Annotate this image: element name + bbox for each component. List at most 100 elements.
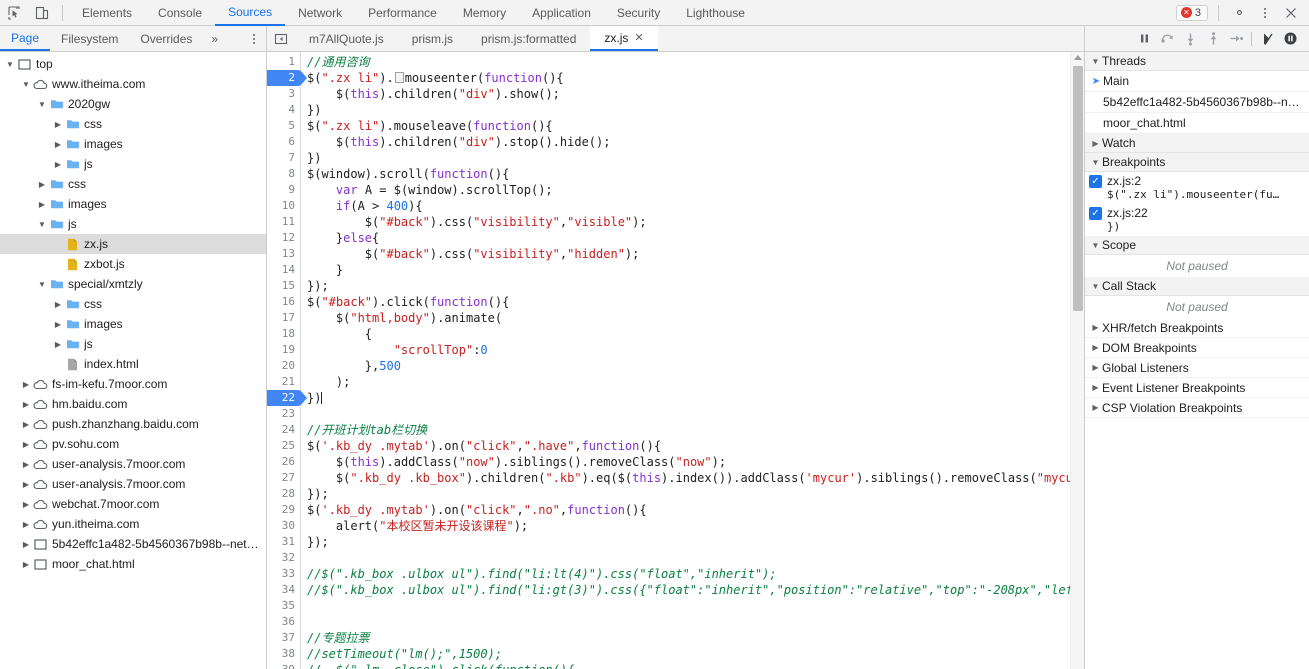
tree-item-pv-sohu-com[interactable]: ▶ pv.sohu.com bbox=[0, 434, 266, 454]
code-line[interactable]: },500 bbox=[307, 358, 1084, 374]
line-number[interactable]: 17 bbox=[267, 310, 300, 326]
code-content[interactable]: //通用咨询 $(".zx li"). mouseenter(function(){… bbox=[301, 52, 1084, 669]
line-number[interactable]: 21 bbox=[267, 374, 300, 390]
line-number[interactable]: 3 bbox=[267, 86, 300, 102]
navigator-options-kebab-icon[interactable] bbox=[242, 26, 266, 51]
section-header-call-stack[interactable]: ▼ Call Stack bbox=[1085, 277, 1309, 296]
line-number[interactable]: 13 bbox=[267, 246, 300, 262]
tree-item-index-html[interactable]: index.html bbox=[0, 354, 266, 374]
kebab-menu-icon[interactable] bbox=[1253, 7, 1277, 18]
error-count-badge[interactable]: ✕ 3 bbox=[1175, 4, 1208, 21]
code-line[interactable]: } bbox=[307, 262, 1084, 278]
line-number[interactable]: 8 bbox=[267, 166, 300, 182]
line-number[interactable]: 37 bbox=[267, 630, 300, 646]
panel-tab-elements[interactable]: Elements bbox=[69, 0, 145, 26]
chevron-right-icon[interactable]: ▶ bbox=[20, 514, 32, 534]
show-navigator-icon[interactable] bbox=[267, 26, 295, 51]
chevron-right-icon[interactable]: ▶ bbox=[52, 134, 64, 154]
line-number[interactable]: 20 bbox=[267, 358, 300, 374]
chevron-right-icon[interactable]: ▶ bbox=[52, 154, 64, 174]
tree-item-user-analysis-7moor-com[interactable]: ▶ user-analysis.7moor.com bbox=[0, 454, 266, 474]
line-number[interactable]: 1 bbox=[267, 54, 300, 70]
tree-item-css[interactable]: ▶ css bbox=[0, 294, 266, 314]
code-line[interactable]: var A = $(window).scrollTop(); bbox=[307, 182, 1084, 198]
scroll-up-arrow-icon[interactable] bbox=[1074, 55, 1082, 60]
step-into-next-function-call-button[interactable] bbox=[1179, 28, 1201, 50]
code-line[interactable]: $(this).addClass("now").siblings().remov… bbox=[307, 454, 1084, 470]
line-number[interactable]: 19 bbox=[267, 342, 300, 358]
tree-item-hm-baidu-com[interactable]: ▶ hm.baidu.com bbox=[0, 394, 266, 414]
chevron-right-icon[interactable]: ▶ bbox=[20, 494, 32, 514]
navigator-tab-page[interactable]: Page bbox=[0, 26, 51, 51]
code-line[interactable]: $("html,body").animate( bbox=[307, 310, 1084, 326]
line-number[interactable]: 12 bbox=[267, 230, 300, 246]
code-line[interactable]: alert("本校区暂未开设该课程"); bbox=[307, 518, 1084, 534]
panel-tab-lighthouse[interactable]: Lighthouse bbox=[673, 0, 758, 26]
inspect-cursor-icon[interactable] bbox=[0, 1, 28, 25]
device-toolbar-icon[interactable] bbox=[28, 1, 56, 25]
line-number[interactable]: 15 bbox=[267, 278, 300, 294]
section-header-watch[interactable]: ▶ Watch bbox=[1085, 134, 1309, 153]
code-line[interactable]: $("#back").click(function(){ bbox=[307, 294, 1084, 310]
code-line[interactable]: ); bbox=[307, 374, 1084, 390]
code-line[interactable]: }); bbox=[307, 278, 1084, 294]
chevron-right-icon[interactable]: ▶ bbox=[20, 474, 32, 494]
section-header-dom-breakpoints[interactable]: ▶ DOM Breakpoints bbox=[1085, 338, 1309, 358]
line-number[interactable]: 10 bbox=[267, 198, 300, 214]
gear-icon[interactable] bbox=[1225, 1, 1253, 25]
code-line[interactable]: "scrollTop":0 bbox=[307, 342, 1084, 358]
tree-item-moor-chat-html[interactable]: ▶ moor_chat.html bbox=[0, 554, 266, 574]
code-line[interactable]: $(".zx li"). mouseenter(function(){ bbox=[307, 70, 1084, 86]
code-line[interactable]: }) bbox=[307, 102, 1084, 118]
chevron-right-icon[interactable]: ▶ bbox=[52, 314, 64, 334]
line-number[interactable]: 30 bbox=[267, 518, 300, 534]
resume-script-execution-button[interactable] bbox=[1133, 28, 1155, 50]
section-header-xhr-fetch-breakpoints[interactable]: ▶ XHR/fetch Breakpoints bbox=[1085, 318, 1309, 338]
chevron-right-icon[interactable]: ▶ bbox=[20, 534, 32, 554]
code-line[interactable]: // $(".lm .close").click(function(){ bbox=[307, 662, 1084, 669]
tree-item-zx-js[interactable]: zx.js bbox=[0, 234, 266, 254]
line-number[interactable]: 23 bbox=[267, 406, 300, 422]
tree-item-js[interactable]: ▶ js bbox=[0, 154, 266, 174]
step-over-next-function-call-button[interactable] bbox=[1156, 28, 1178, 50]
pause-on-exceptions-button[interactable] bbox=[1279, 28, 1301, 50]
line-number-gutter[interactable]: 1 2 3 4 5 6 7 8 9 10 11 12 13 14 15 16 17 18 19 20 21 22 23 24 2… bbox=[267, 52, 307, 669]
code-line[interactable]: $(window).scroll(function(){ bbox=[307, 166, 1084, 182]
editor-tab-zx-js[interactable]: zx.js ✕ bbox=[590, 26, 658, 51]
line-number-breakpoint[interactable]: 2 bbox=[267, 70, 307, 86]
code-line[interactable]: }else{ bbox=[307, 230, 1084, 246]
code-line[interactable]: //通用咨询 bbox=[307, 54, 1084, 70]
chevron-right-icon[interactable]: ▶ bbox=[52, 114, 64, 134]
chevron-right-icon[interactable]: ▶ bbox=[36, 174, 48, 194]
tree-item-special-xmtzly[interactable]: ▼ special/xmtzly bbox=[0, 274, 266, 294]
step-out-of-current-function-button[interactable] bbox=[1202, 28, 1224, 50]
code-line[interactable]: $('.kb_dy .mytab').on("click",".have",fu… bbox=[307, 438, 1084, 454]
tree-item-webchat-7moor-com[interactable]: ▶ webchat.7moor.com bbox=[0, 494, 266, 514]
code-line[interactable]: }) bbox=[307, 390, 1084, 406]
breakpoint-checkbox[interactable]: ✓ bbox=[1089, 175, 1102, 188]
panel-tab-security[interactable]: Security bbox=[604, 0, 673, 26]
chevron-right-icon[interactable]: ▶ bbox=[52, 294, 64, 314]
scrollbar-thumb[interactable] bbox=[1073, 66, 1083, 311]
tree-item-fs-im-kefu-7moor-com[interactable]: ▶ fs-im-kefu.7moor.com bbox=[0, 374, 266, 394]
tree-item-css[interactable]: ▶ css bbox=[0, 174, 266, 194]
chevron-down-icon[interactable]: ▼ bbox=[4, 54, 16, 74]
line-number[interactable]: 6 bbox=[267, 134, 300, 150]
code-line[interactable] bbox=[307, 598, 1084, 614]
step-button[interactable] bbox=[1225, 28, 1247, 50]
tree-item-user-analysis-7moor-com[interactable]: ▶ user-analysis.7moor.com bbox=[0, 474, 266, 494]
line-number[interactable]: 18 bbox=[267, 326, 300, 342]
line-number[interactable]: 25 bbox=[267, 438, 300, 454]
line-number[interactable]: 32 bbox=[267, 550, 300, 566]
tree-item-www-itheima-com[interactable]: ▼ www.itheima.com bbox=[0, 74, 266, 94]
line-number[interactable]: 36 bbox=[267, 614, 300, 630]
close-icon[interactable] bbox=[1277, 1, 1305, 25]
line-number[interactable]: 29 bbox=[267, 502, 300, 518]
line-number[interactable]: 14 bbox=[267, 262, 300, 278]
code-line[interactable]: if(A > 400){ bbox=[307, 198, 1084, 214]
line-number-breakpoint[interactable]: 22 bbox=[267, 390, 307, 406]
breakpoint-item[interactable]: ✓ zx.js:22 }) bbox=[1085, 204, 1309, 236]
line-number[interactable]: 24 bbox=[267, 422, 300, 438]
line-number[interactable]: 7 bbox=[267, 150, 300, 166]
line-number[interactable]: 27 bbox=[267, 470, 300, 486]
